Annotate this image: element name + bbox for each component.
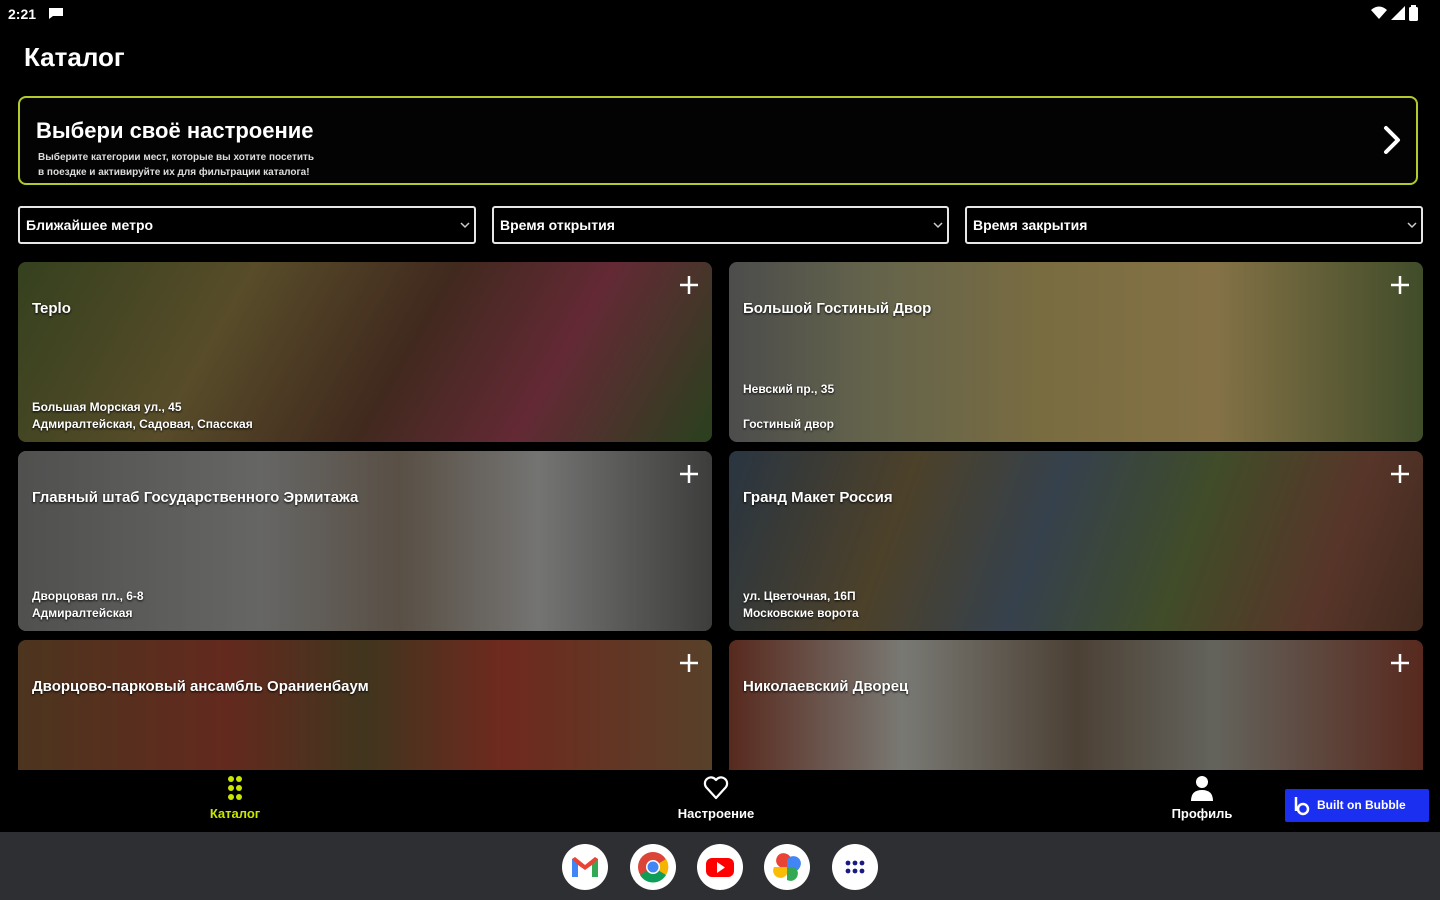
status-bar: 2:21 (0, 0, 1440, 28)
photos-app[interactable] (764, 844, 810, 890)
mood-banner-description: Выберите категории мест, которые вы хоти… (38, 150, 348, 180)
mood-banner-title: Выбери своё настроение (36, 118, 314, 143)
nav-profile[interactable]: Профиль (1142, 770, 1262, 832)
battery-icon (1409, 5, 1418, 21)
plus-icon[interactable] (678, 463, 700, 485)
chrome-icon (638, 852, 669, 883)
person-icon (1191, 776, 1213, 801)
card-overlay (18, 640, 712, 770)
app-drawer-icon (845, 860, 865, 874)
gmail-icon (572, 857, 598, 877)
nav-label: Настроение (677, 806, 755, 821)
photos-icon (773, 853, 801, 881)
card-title: Главный штаб Государственного Эрмитажа (32, 489, 359, 506)
app-drawer[interactable] (832, 844, 878, 890)
card-overlay (729, 262, 1423, 442)
place-card[interactable]: Дворцово-парковый ансамбль Ораниенбаум (18, 640, 712, 770)
mood-desc-line-1: Выберите категории мест, которые вы хоти… (38, 152, 315, 163)
card-address: Дворцовая пл., 6-8 (32, 589, 144, 603)
chevron-right-icon (1384, 126, 1400, 154)
filter-label: Ближайшее метро (26, 217, 154, 233)
chevron-down-icon (460, 222, 470, 229)
gmail-app[interactable] (562, 844, 608, 890)
page-title: Каталог (24, 42, 125, 72)
plus-icon[interactable] (678, 274, 700, 296)
status-icons (1371, 5, 1418, 21)
status-time: 2:21 (8, 6, 37, 22)
plus-icon[interactable] (1389, 274, 1411, 296)
signal-icon (1391, 6, 1405, 20)
plus-icon[interactable] (678, 652, 700, 674)
mood-banner[interactable]: Выбери своё настроение Выберите категори… (18, 96, 1418, 185)
youtube-app[interactable] (697, 844, 743, 890)
card-address: Большая Морская ул., 45 (32, 400, 182, 414)
place-card[interactable]: Главный штаб Государственного Эрмитажа Д… (18, 451, 712, 631)
card-overlay (729, 451, 1423, 631)
plus-icon[interactable] (1389, 652, 1411, 674)
nav-label: Профиль (1171, 806, 1233, 821)
filter-opening-time[interactable]: Время открытия (492, 206, 949, 244)
place-card[interactable]: Гранд Макет Россия ул. Цветочная, 16П Мо… (729, 451, 1423, 631)
place-card[interactable]: Большой Гостиный Двор Невский пр., 35 Го… (729, 262, 1423, 442)
card-address: ул. Цветочная, 16П (743, 589, 856, 603)
card-address: Невский пр., 35 (743, 382, 835, 396)
place-card[interactable]: Николаевский Дворец (729, 640, 1423, 770)
filter-label: Время открытия (500, 217, 615, 233)
card-metro: Гостиный двор (743, 417, 835, 431)
bubble-logo-icon (1294, 797, 1310, 816)
heart-icon (703, 776, 729, 800)
chrome-app[interactable] (630, 844, 676, 890)
filter-label: Время закрытия (973, 217, 1088, 233)
plus-icon[interactable] (1389, 463, 1411, 485)
card-overlay (729, 640, 1423, 770)
filter-closing-time[interactable]: Время закрытия (965, 206, 1423, 244)
card-title: Teplo (32, 300, 71, 317)
card-title: Большой Гостиный Двор (743, 300, 932, 317)
chevron-down-icon (1407, 222, 1417, 229)
grid-dots-icon (228, 776, 242, 800)
card-title: Николаевский Дворец (743, 678, 909, 695)
card-metro: Адмиралтейская, Садовая, Спасская (32, 417, 253, 431)
taskbar (0, 832, 1440, 900)
built-on-bubble-badge[interactable]: Built on Bubble (1285, 789, 1429, 822)
youtube-icon (706, 858, 734, 877)
card-metro: Адмиралтейская (32, 606, 133, 620)
nav-mood[interactable]: Настроение (656, 770, 776, 832)
card-overlay (18, 262, 712, 442)
nav-label: Каталог (209, 806, 261, 821)
chevron-down-icon (933, 222, 943, 229)
chat-notification-icon (49, 8, 63, 19)
place-card[interactable]: Teplo Большая Морская ул., 45 Адмиралтей… (18, 262, 712, 442)
mood-desc-line-2: в поездке и активируйте их для фильтраци… (38, 167, 310, 178)
card-title: Дворцово-парковый ансамбль Ораниенбаум (32, 678, 369, 695)
bottom-nav: Каталог Настроение Профиль (0, 770, 1440, 832)
wifi-icon (1371, 6, 1387, 19)
filter-nearest-metro[interactable]: Ближайшее метро (18, 206, 476, 244)
card-metro: Московские ворота (743, 606, 859, 620)
bubble-label: Built on Bubble (1317, 798, 1406, 812)
nav-catalog[interactable]: Каталог (175, 770, 295, 832)
card-overlay (18, 451, 712, 631)
card-title: Гранд Макет Россия (743, 489, 893, 506)
